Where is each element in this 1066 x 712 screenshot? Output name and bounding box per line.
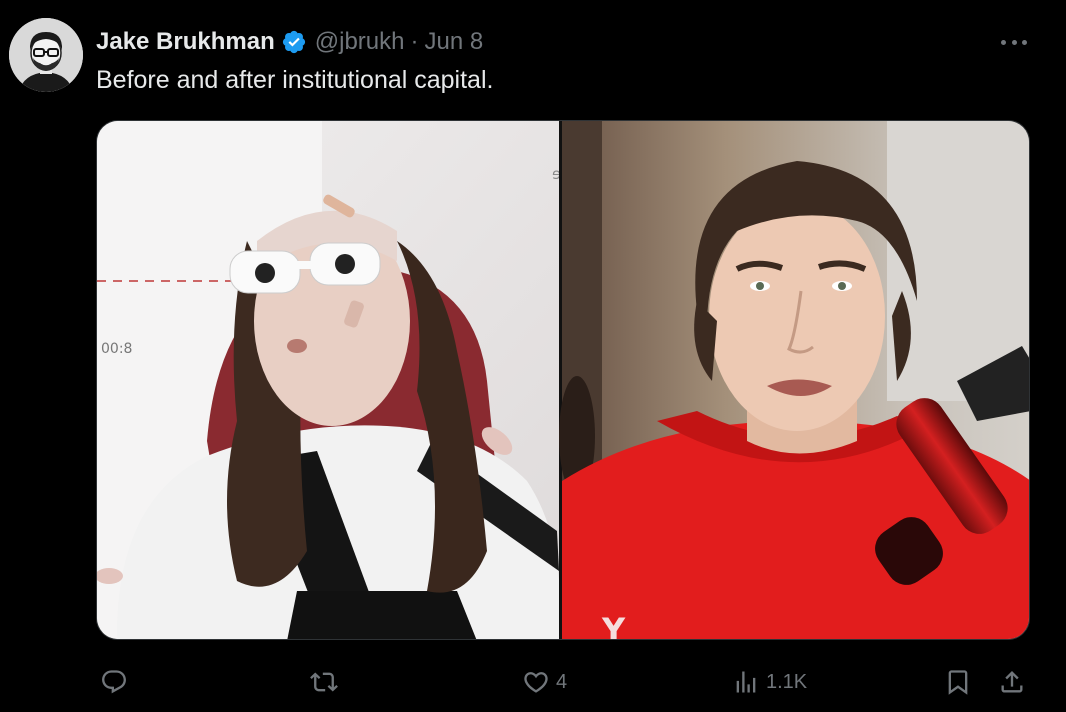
- shirt-print: Y: [601, 611, 626, 640]
- like-count: 4: [556, 670, 568, 693]
- tweet-media-image[interactable]: ytilidanie 00:8: [96, 120, 1030, 640]
- views-icon: [732, 668, 760, 696]
- heart-icon: [522, 668, 550, 696]
- more-options-icon[interactable]: [998, 30, 1030, 54]
- bookmark-icon: [944, 668, 972, 696]
- tweet-text: Before and after institutional capital.: [96, 66, 494, 94]
- retweet-icon: [310, 668, 338, 696]
- more-dot: [1001, 39, 1006, 45]
- share-button[interactable]: [998, 660, 1026, 704]
- avatar[interactable]: [9, 18, 83, 92]
- left-photo-panel: ytilidanie 00:8: [97, 121, 621, 639]
- author-name[interactable]: Jake Brukhman: [96, 28, 275, 56]
- tweet-actions-bar: 4 1.1K: [0, 660, 1066, 704]
- tweet-card[interactable]: Jake Brukhman @jbrukh · Jun 8 Before and…: [0, 0, 1066, 712]
- timestamp-overlay-text: 00:8: [101, 341, 132, 357]
- tweet-header: Jake Brukhman @jbrukh · Jun 8: [96, 26, 483, 58]
- header-separator: ·: [410, 28, 419, 55]
- avatar-illustration: [9, 18, 83, 92]
- reply-icon: [100, 668, 128, 696]
- like-button[interactable]: 4: [522, 660, 567, 704]
- reply-button[interactable]: [100, 660, 128, 704]
- verified-badge-icon: [281, 29, 307, 55]
- more-dot: [1022, 39, 1027, 45]
- share-icon: [998, 668, 1026, 696]
- bookmark-button[interactable]: [944, 660, 972, 704]
- media-photo: ytilidanie 00:8: [97, 121, 1029, 640]
- more-dot: [1011, 39, 1017, 45]
- views-count: 1.1K: [766, 670, 808, 693]
- retweet-button[interactable]: [310, 660, 338, 704]
- views-button[interactable]: 1.1K: [732, 660, 807, 704]
- tweet-date[interactable]: Jun 8: [424, 28, 483, 56]
- right-photo-panel: Y: [559, 121, 1029, 640]
- author-handle[interactable]: @jbrukh: [315, 28, 405, 56]
